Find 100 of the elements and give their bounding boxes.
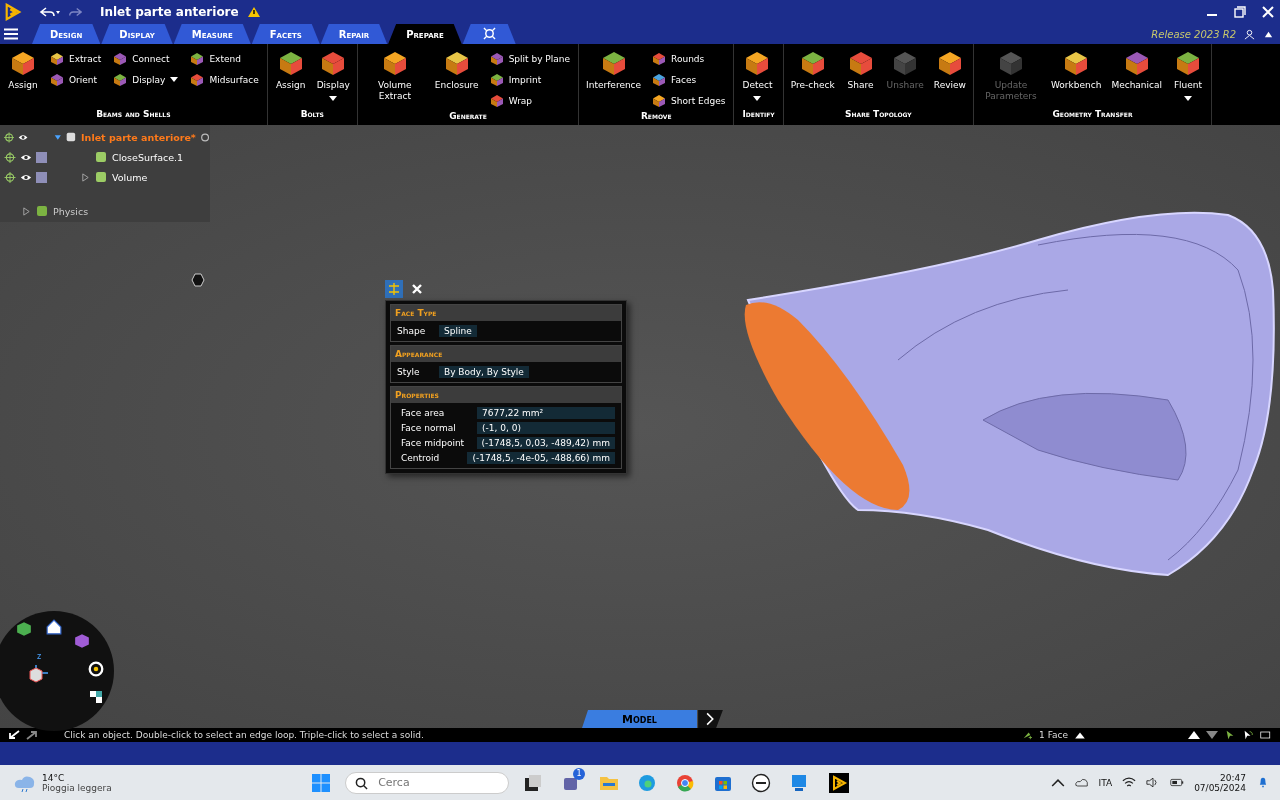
ribbon-tab[interactable]: Display xyxy=(101,24,173,44)
property-value: 7677,22 mm² xyxy=(477,407,615,419)
axis-label: z xyxy=(37,652,42,661)
ribbon-button[interactable]: Volume Extract xyxy=(361,47,428,111)
select-add-icon[interactable] xyxy=(1021,730,1034,740)
navigation-wheel[interactable]: z xyxy=(0,611,114,731)
home-icon[interactable] xyxy=(46,619,62,635)
close-icon[interactable] xyxy=(1262,6,1274,18)
ribbon-button[interactable]: Mechanical xyxy=(1108,47,1165,109)
cloud-icon[interactable] xyxy=(1074,777,1089,788)
ribbon-button[interactable]: Short Edges xyxy=(648,90,730,111)
ribbon-button[interactable]: Midsurface xyxy=(186,69,263,90)
box-icon xyxy=(489,51,504,66)
clock-time[interactable]: 20:47 xyxy=(1220,772,1246,783)
redo-icon[interactable] xyxy=(68,6,82,18)
windows-start-icon[interactable] xyxy=(311,772,332,793)
caret-down-icon[interactable] xyxy=(329,96,338,101)
ribbon-button[interactable]: Extend xyxy=(186,48,263,69)
ribbon-button[interactable]: Share xyxy=(841,47,880,109)
checker-icon[interactable] xyxy=(90,691,102,703)
forward-arrow-icon[interactable] xyxy=(26,730,38,740)
user-icon[interactable] xyxy=(1244,29,1255,40)
ribbon-button[interactable]: Connect xyxy=(109,48,183,69)
color-swatch[interactable] xyxy=(36,171,47,183)
app-logo-icon[interactable] xyxy=(829,772,850,793)
cursor-icon[interactable] xyxy=(1224,730,1236,740)
search-field[interactable]: Cerca xyxy=(345,771,510,794)
box-icon xyxy=(489,72,504,87)
expand-toggle-icon[interactable] xyxy=(22,206,31,216)
caret-down-icon[interactable] xyxy=(753,96,762,101)
node-icon xyxy=(65,130,78,144)
cube-icon[interactable] xyxy=(16,621,32,637)
selection-count[interactable]: 1 Face xyxy=(1039,730,1068,740)
ribbon-button[interactable]: Extract xyxy=(46,48,106,69)
ribbon-button[interactable]: Detect xyxy=(738,47,777,109)
cube-icon[interactable] xyxy=(74,633,90,649)
caret-down-icon[interactable] xyxy=(1184,96,1192,101)
ribbon-button[interactable]: Assign xyxy=(4,47,42,109)
tree-item[interactable]: Inlet parte anteriore* xyxy=(81,131,196,143)
ribbon-tab[interactable]: Design xyxy=(32,24,101,44)
close-icon[interactable] xyxy=(411,283,423,295)
crosshair-icon[interactable] xyxy=(4,151,16,163)
menu-icon[interactable] xyxy=(4,28,18,40)
ribbon-button[interactable]: Assign xyxy=(271,47,310,109)
back-arrow-icon[interactable] xyxy=(8,730,20,740)
expand-toggle-icon[interactable] xyxy=(81,172,90,182)
caret-up-icon[interactable] xyxy=(1074,730,1086,740)
language-indicator[interactable]: ITA xyxy=(1098,777,1113,788)
model-tab[interactable]: Model xyxy=(582,710,697,728)
tree-item[interactable]: CloseSurface.1 xyxy=(112,151,184,163)
cursor-rotate-icon[interactable] xyxy=(1242,730,1254,740)
ribbon-tab[interactable]: Facets xyxy=(251,24,320,44)
ribbon-button[interactable]: Pre-check xyxy=(787,47,838,109)
crosshair-icon[interactable] xyxy=(4,171,16,183)
ribbon-button[interactable]: Enclosure xyxy=(431,47,482,111)
ribbon-button[interactable]: Faces xyxy=(648,69,730,90)
tree-item[interactable]: Volume xyxy=(112,171,148,183)
collapse-caret-icon[interactable] xyxy=(1263,29,1274,40)
refresh-icon[interactable] xyxy=(199,131,210,143)
restore-icon[interactable] xyxy=(1234,6,1246,18)
chevron-right-icon[interactable] xyxy=(697,710,724,728)
ribbon-button[interactable]: Display xyxy=(313,47,353,109)
caret-down-icon[interactable] xyxy=(1206,730,1218,740)
ribbon-button[interactable]: Rounds xyxy=(648,48,730,69)
ribbon-button[interactable]: Interference xyxy=(583,47,645,111)
ribbon-button[interactable]: Workbench xyxy=(1047,47,1105,109)
ribbon-button[interactable]: Display xyxy=(109,69,183,90)
wifi-icon[interactable] xyxy=(1122,777,1137,788)
ribbon-tab[interactable]: Measure xyxy=(173,24,251,44)
circle-logo-icon[interactable] xyxy=(751,772,772,793)
task-view-icon[interactable] xyxy=(523,772,544,793)
settings-icon[interactable] xyxy=(385,280,403,298)
undo-icon[interactable] xyxy=(38,6,60,18)
battery-icon[interactable] xyxy=(1170,777,1185,788)
ruler-icon[interactable] xyxy=(1260,730,1272,740)
ribbon-button[interactable]: Fluent xyxy=(1169,47,1207,109)
ribbon-button[interactable]: Split by Plane xyxy=(485,48,575,69)
app-logo-icon xyxy=(4,3,22,21)
clock-date[interactable]: 07/05/2024 xyxy=(1194,782,1246,793)
box-icon xyxy=(190,51,205,66)
expand-toggle-icon[interactable] xyxy=(53,132,62,142)
ribbon-button[interactable]: Wrap xyxy=(485,90,575,111)
point-marker-icon xyxy=(191,273,205,287)
ribbon-button[interactable]: Review xyxy=(930,47,969,109)
ribbon-button[interactable]: Orient xyxy=(46,69,106,90)
chevron-up-icon[interactable] xyxy=(1050,777,1065,788)
ribbon-tab[interactable]: Repair xyxy=(320,24,388,44)
ribbon-group-label: Bolts xyxy=(299,109,325,121)
ribbon-tab[interactable]: Prepare xyxy=(388,24,462,44)
node-icon xyxy=(94,150,108,164)
color-swatch[interactable] xyxy=(36,151,47,163)
wheel-icon[interactable] xyxy=(88,661,104,677)
caret-up-icon[interactable] xyxy=(1188,730,1200,740)
box-icon xyxy=(652,51,667,66)
tree-item[interactable]: Physics xyxy=(53,205,89,217)
browser-icon[interactable] xyxy=(675,772,696,793)
crosshair-icon[interactable] xyxy=(4,131,15,143)
caret-down-icon[interactable] xyxy=(170,77,179,82)
property-label: Shape xyxy=(397,326,427,336)
ribbon-button[interactable]: Imprint xyxy=(485,69,575,90)
